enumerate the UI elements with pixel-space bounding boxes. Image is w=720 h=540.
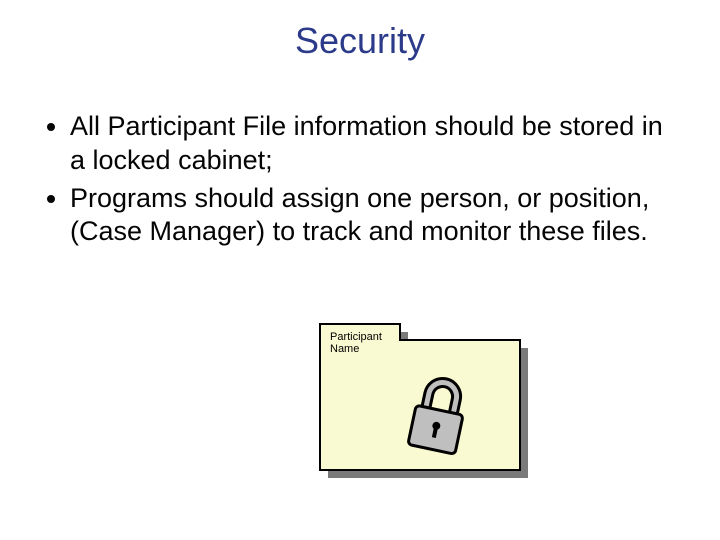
- slide-body: All Participant File information should …: [40, 110, 670, 253]
- folder-svg: Participant Name: [310, 310, 530, 490]
- bullet-list: All Participant File information should …: [40, 110, 670, 249]
- folder-tab-label-line1: Participant: [330, 331, 382, 343]
- folder-tab-label-line2: Name: [330, 343, 359, 355]
- bullet-item: Programs should assign one person, or po…: [70, 182, 670, 250]
- folder-graphic: Participant Name: [310, 310, 530, 490]
- slide: Security All Participant File informatio…: [0, 0, 720, 540]
- slide-title: Security: [0, 20, 720, 62]
- bullet-item: All Participant File information should …: [70, 110, 670, 178]
